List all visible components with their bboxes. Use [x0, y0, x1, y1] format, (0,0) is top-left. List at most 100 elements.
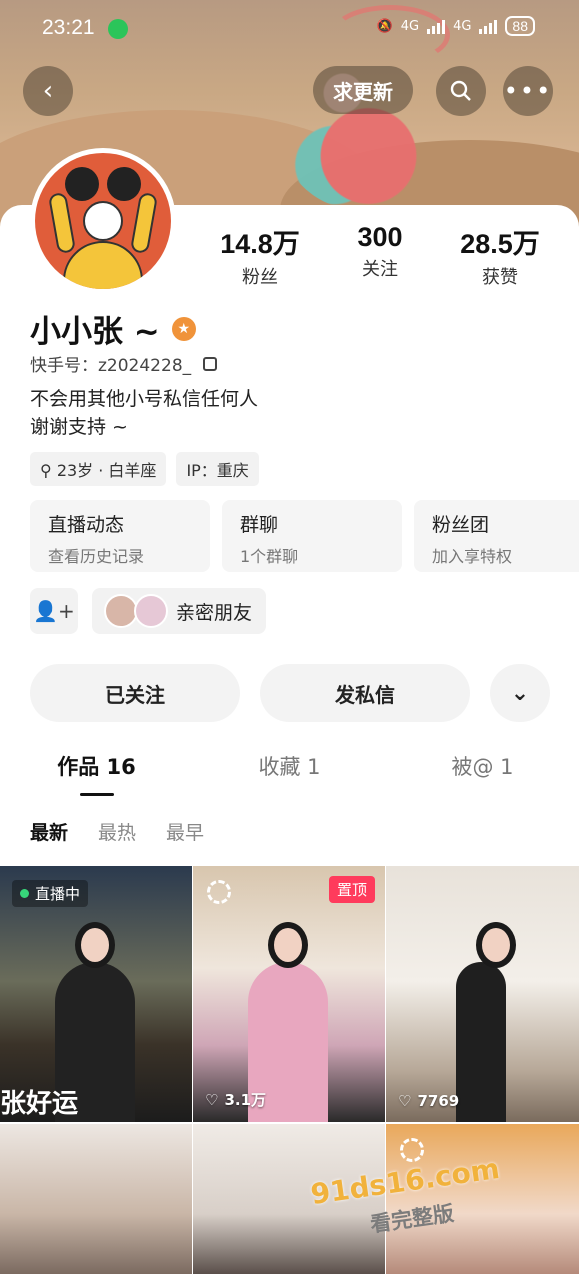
- video-thumbnail[interactable]: 直播中 张好运: [0, 866, 192, 1122]
- action-buttons: 已关注 发私信 ⌄: [30, 664, 550, 722]
- like-count-value: 7769: [417, 1092, 460, 1110]
- thumbnail-subject-head: [75, 922, 115, 968]
- age-tag-label: 23岁 · 白羊座: [56, 461, 157, 480]
- tile-fan-club[interactable]: 粉丝团 加入享特权: [414, 500, 579, 572]
- mute-icon: 🔕: [376, 18, 393, 34]
- avatar-part: [63, 241, 143, 289]
- heart-icon: ♡: [205, 1090, 219, 1109]
- tile-live-history[interactable]: 直播动态 查看历史记录: [30, 500, 210, 572]
- signal-icon: [479, 18, 498, 34]
- tab-favorites[interactable]: 收藏 1: [193, 745, 386, 781]
- video-thumbnail[interactable]: 置顶 ♡ 3.1万: [193, 866, 385, 1122]
- age-tag: ⚲ 23岁 · 白羊座: [30, 452, 167, 486]
- network-label-2: 4G: [453, 18, 472, 34]
- bio-line: 谢谢支持 ~: [30, 416, 128, 438]
- content-tabs: 作品 16 收藏 1 被@ 1: [0, 745, 579, 796]
- search-button[interactable]: [436, 66, 486, 116]
- live-dot-icon: [20, 889, 29, 898]
- network-label: 4G: [400, 18, 420, 34]
- back-button[interactable]: ‹: [23, 66, 73, 116]
- banner-dancer-image: [275, 30, 445, 210]
- video-thumbnail[interactable]: ♡ 7769: [386, 866, 579, 1122]
- live-label: 直播中: [35, 885, 81, 903]
- feature-tiles: 直播动态 查看历史记录 群聊 1个群聊 粉丝团 加入享特权: [30, 500, 579, 572]
- add-user-icon: 👤+: [33, 599, 75, 623]
- tab-mentions[interactable]: 被@ 1: [386, 745, 579, 781]
- tile-title: 粉丝团: [432, 514, 490, 536]
- kuaishou-id: 快手号：z2024228_: [30, 356, 192, 376]
- tile-title: 直播动态: [48, 514, 125, 536]
- avatar-part: [65, 167, 99, 201]
- status-bar: 23:21 🔕 4G 4G 88: [0, 14, 579, 44]
- chevron-left-icon: ‹: [42, 76, 54, 106]
- avatar[interactable]: [30, 148, 176, 294]
- status-right: 🔕 4G 4G 88: [377, 16, 535, 36]
- search-icon: ⚲: [40, 461, 57, 480]
- tile-group-chat[interactable]: 群聊 1个群聊: [222, 500, 402, 572]
- thumbnail-caption: 张好运: [0, 1089, 79, 1119]
- thumbnail-subject-head: [476, 922, 516, 968]
- live-photo-icon: [400, 1138, 424, 1162]
- pinned-badge: 置顶: [328, 876, 375, 903]
- search-icon: [450, 80, 471, 101]
- tile-subtitle: 查看历史记录: [48, 547, 145, 566]
- video-thumbnail[interactable]: [386, 1124, 579, 1274]
- request-update-button[interactable]: 求更新: [313, 66, 413, 114]
- more-dots-icon: •••: [503, 77, 553, 105]
- stat-following[interactable]: 300 关注: [320, 222, 440, 289]
- kuaishou-id-row: 快手号：z2024228_: [30, 351, 218, 376]
- stat-label: 获赞: [482, 267, 518, 288]
- following-button[interactable]: 已关注: [30, 664, 240, 722]
- ip-tag: IP：重庆: [176, 452, 259, 486]
- stat-followers[interactable]: 14.8万 粉丝: [200, 222, 320, 289]
- like-count: ♡ 7769: [398, 1092, 459, 1110]
- add-friend-button[interactable]: 👤+: [30, 588, 78, 634]
- tab-works[interactable]: 作品 16: [0, 745, 193, 796]
- sort-earliest[interactable]: 最早: [166, 818, 204, 845]
- sort-hottest[interactable]: 最热: [98, 818, 136, 845]
- sort-options: 最新 最热 最早: [30, 818, 204, 845]
- bio: 不会用其他小号私信任何人 谢谢支持 ~: [30, 385, 258, 441]
- avatar-part: [83, 201, 123, 241]
- friends-row: 👤+ 亲密朋友: [30, 588, 267, 634]
- avatar-illustration: [35, 153, 171, 289]
- stat-value: 28.5万: [460, 229, 540, 259]
- avatar-part: [47, 191, 77, 255]
- copy-icon[interactable]: [203, 356, 218, 371]
- live-photo-icon: [207, 880, 231, 904]
- live-badge: 直播中: [12, 880, 89, 907]
- tile-title: 群聊: [240, 514, 279, 536]
- thumbnail-subject-head: [268, 922, 308, 968]
- message-button[interactable]: 发私信: [260, 664, 470, 722]
- thumbnail-subject: [456, 922, 516, 1122]
- wechat-icon: [108, 19, 128, 39]
- bio-line: 不会用其他小号私信任何人: [30, 388, 259, 410]
- stat-label: 关注: [362, 259, 398, 280]
- stat-value: 300: [357, 222, 403, 252]
- video-thumbnail[interactable]: [0, 1124, 192, 1274]
- name-row: 小小张 ~ ★: [30, 306, 196, 351]
- friend-avatar: [104, 594, 138, 628]
- sort-newest[interactable]: 最新: [30, 818, 68, 845]
- close-friends-button[interactable]: 亲密朋友: [92, 588, 267, 634]
- profile-tags: ⚲ 23岁 · 白羊座 IP：重庆: [30, 452, 259, 486]
- profile-name: 小小张 ~: [30, 314, 160, 350]
- stat-value: 14.8万: [220, 229, 300, 259]
- avatar-part: [107, 167, 141, 201]
- star-badge-icon[interactable]: ★: [171, 316, 196, 341]
- stats-row: 14.8万 粉丝 300 关注 28.5万 获赞: [200, 222, 560, 289]
- close-friends-label: 亲密朋友: [176, 601, 253, 624]
- stat-likes[interactable]: 28.5万 获赞: [440, 222, 560, 289]
- more-button[interactable]: •••: [503, 66, 553, 116]
- avatar-part: [129, 191, 159, 255]
- tile-subtitle: 1个群聊: [240, 547, 299, 566]
- chevron-down-icon: ⌄: [510, 680, 530, 706]
- stat-label: 粉丝: [242, 267, 278, 288]
- status-time: 23:21: [42, 16, 95, 39]
- signal-icon: [427, 18, 446, 34]
- heart-icon: ♡: [398, 1092, 412, 1110]
- like-count: ♡ 3.1万: [205, 1089, 266, 1110]
- like-count-value: 3.1万: [224, 1091, 267, 1109]
- expand-button[interactable]: ⌄: [490, 664, 550, 722]
- tile-subtitle: 加入享特权: [432, 547, 513, 566]
